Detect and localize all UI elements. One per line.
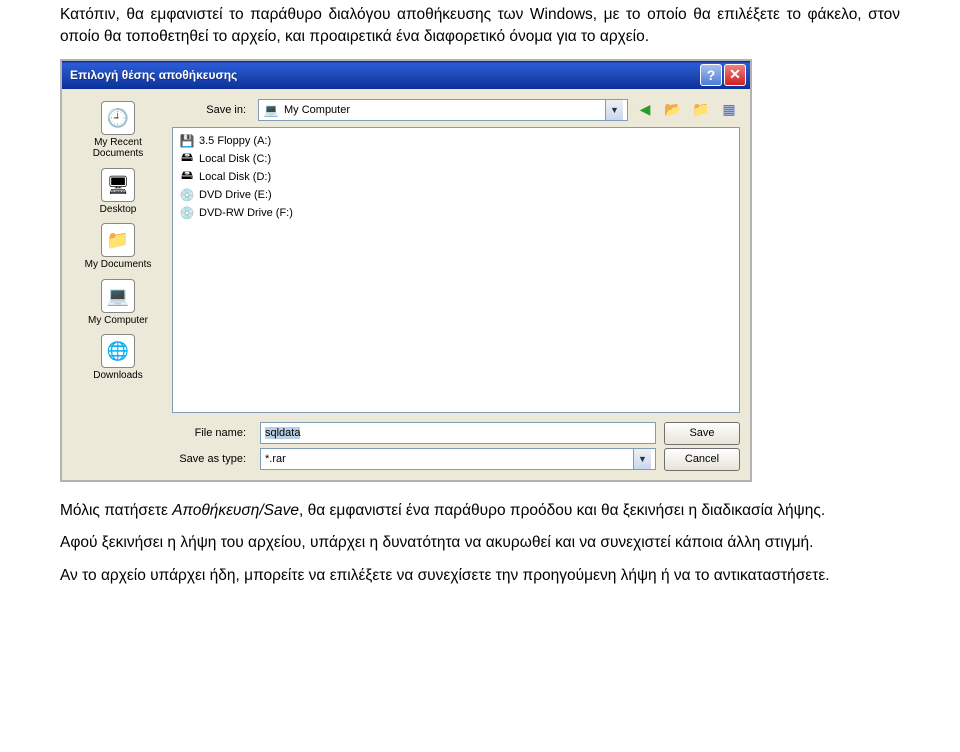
mycomputer-icon: 💻 xyxy=(263,102,279,118)
after-paragraph-3: Αν το αρχείο υπάρχει ήδη, μπορείτε να επ… xyxy=(60,565,900,587)
close-button[interactable]: ✕ xyxy=(724,64,746,86)
list-item[interactable]: 🖴 Local Disk (C:) xyxy=(179,150,733,168)
floppy-icon: 💾 xyxy=(179,133,195,149)
sidebar-item-downloads[interactable]: 🌐 Downloads xyxy=(73,334,163,382)
sidebar-item-recent[interactable]: 🕘 My Recent Documents xyxy=(73,101,163,160)
recent-documents-icon: 🕘 xyxy=(101,101,135,135)
file-label: DVD Drive (E:) xyxy=(199,189,272,201)
after-paragraph-1: Μόλις πατήσετε Αποθήκευση/Save, θα εμφαν… xyxy=(60,500,900,522)
save-dialog: Επιλογή θέσης αποθήκευσης ? ✕ 🕘 My Recen… xyxy=(60,59,752,482)
save-as-type-label: Save as type: xyxy=(172,453,252,465)
chevron-down-icon[interactable]: ▼ xyxy=(605,100,623,120)
save-as-type-combo[interactable]: *.rar ▼ xyxy=(260,448,656,470)
desktop-icon: 🖥 xyxy=(101,168,135,202)
file-name-input[interactable]: sqldata xyxy=(260,422,656,444)
sidebar-item-mycomputer[interactable]: 💻 My Computer xyxy=(73,279,163,327)
up-button[interactable]: 📂 xyxy=(662,99,684,121)
file-name-value: sqldata xyxy=(265,427,300,439)
dvd-rw-icon: 💿 xyxy=(179,205,195,221)
intro-paragraph: Κατόπιν, θα εμφανιστεί το παράθυρο διαλό… xyxy=(60,4,900,49)
back-button[interactable]: ◀ xyxy=(634,99,656,121)
view-menu-button[interactable]: ▦ xyxy=(718,99,740,121)
window-title: Επιλογή θέσης αποθήκευσης xyxy=(66,68,698,82)
file-label: 3.5 Floppy (A:) xyxy=(199,135,271,147)
new-folder-button[interactable]: 📁 xyxy=(690,99,712,121)
view-icon: ▦ xyxy=(722,101,735,118)
folder-up-icon: 📂 xyxy=(664,101,681,118)
list-item[interactable]: 💿 DVD-RW Drive (F:) xyxy=(179,204,733,222)
sidebar-item-label: Desktop xyxy=(73,204,163,216)
mydocuments-icon: 📁 xyxy=(101,223,135,257)
dvd-icon: 💿 xyxy=(179,187,195,203)
mycomputer-icon: 💻 xyxy=(101,279,135,313)
close-icon: ✕ xyxy=(729,66,741,83)
sidebar-item-label: My Documents xyxy=(73,259,163,271)
file-label: Local Disk (C:) xyxy=(199,153,271,165)
list-item[interactable]: 🖴 Local Disk (D:) xyxy=(179,168,733,186)
drive-icon: 🖴 xyxy=(179,169,195,185)
list-item[interactable]: 💾 3.5 Floppy (A:) xyxy=(179,132,733,150)
downloads-icon: 🌐 xyxy=(101,334,135,368)
help-button[interactable]: ? xyxy=(700,64,722,86)
new-folder-icon: 📁 xyxy=(692,101,709,118)
list-item[interactable]: 💿 DVD Drive (E:) xyxy=(179,186,733,204)
sidebar-item-mydocuments[interactable]: 📁 My Documents xyxy=(73,223,163,271)
help-icon: ? xyxy=(707,67,716,83)
save-in-label: Save in: xyxy=(172,104,252,116)
after-paragraph-2: Αφού ξεκινήσει η λήψη του αρχείου, υπάρχ… xyxy=(60,532,900,554)
sidebar-item-label: Downloads xyxy=(73,370,163,382)
file-name-label: File name: xyxy=(172,427,252,439)
sidebar-item-label: My Recent Documents xyxy=(73,137,163,160)
save-in-value: My Computer xyxy=(284,104,600,116)
back-arrow-icon: ◀ xyxy=(640,101,651,118)
cancel-button[interactable]: Cancel xyxy=(664,448,740,471)
places-sidebar: 🕘 My Recent Documents 🖥 Desktop 📁 My Doc… xyxy=(72,99,164,474)
file-label: DVD-RW Drive (F:) xyxy=(199,207,293,219)
chevron-down-icon[interactable]: ▼ xyxy=(633,449,651,469)
drive-icon: 🖴 xyxy=(179,151,195,167)
save-as-type-value: *.rar xyxy=(265,453,628,465)
save-in-combo[interactable]: 💻 My Computer ▼ xyxy=(258,99,628,121)
sidebar-item-desktop[interactable]: 🖥 Desktop xyxy=(73,168,163,216)
file-list[interactable]: 💾 3.5 Floppy (A:) 🖴 Local Disk (C:) 🖴 Lo… xyxy=(172,127,740,413)
file-label: Local Disk (D:) xyxy=(199,171,271,183)
save-button[interactable]: Save xyxy=(664,422,740,445)
sidebar-item-label: My Computer xyxy=(73,315,163,327)
titlebar: Επιλογή θέσης αποθήκευσης ? ✕ xyxy=(62,61,750,89)
